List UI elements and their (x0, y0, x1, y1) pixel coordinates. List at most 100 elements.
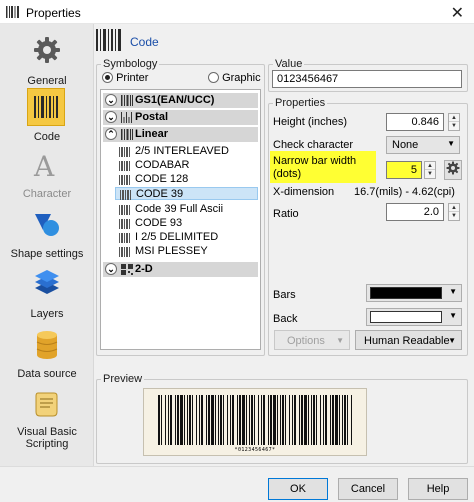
graphic-radio-button[interactable] (208, 72, 219, 83)
barcode-bar (325, 395, 327, 445)
barcode-bar (332, 395, 334, 445)
tree-item-label: 2/5 INTERLEAVED (135, 145, 229, 157)
sidebar-item-code[interactable]: Code (0, 88, 94, 148)
tree-item-code-39-full-ascii[interactable]: Code 39 Full Ascii (115, 203, 258, 216)
check-character-label: Check character (273, 139, 354, 151)
chevron-down-icon: ▼ (448, 336, 456, 345)
database-icon (36, 331, 58, 359)
back-color-swatch (370, 311, 442, 323)
height-input[interactable]: 0.846 (386, 113, 444, 131)
bars-color-select[interactable]: ▼ (366, 284, 462, 302)
tree-group-2d[interactable]: ⌄ 2-D (103, 262, 258, 277)
value-input[interactable]: 0123456467 (272, 70, 462, 88)
barcode-bar (268, 395, 269, 445)
gear-icon (446, 161, 460, 175)
tree-group-postal[interactable]: ⌄ Postal (103, 110, 258, 125)
barcode-bar (280, 395, 281, 445)
printer-radio[interactable]: Printer (102, 72, 148, 84)
sidebar-item-general[interactable]: General (0, 32, 94, 88)
tree-item-msi-plessey[interactable]: MSI PLESSEY (115, 245, 258, 258)
barcode-icon (119, 247, 130, 257)
back-color-select[interactable]: ▼ (366, 308, 462, 326)
spin-up-icon[interactable]: ▲ (449, 204, 459, 212)
barcode-bar (351, 395, 352, 445)
tree-item-label: CODE 128 (135, 173, 189, 185)
tree-group-linear[interactable]: ⌃ Linear (103, 127, 258, 142)
tree-item-i-2-5-delimited[interactable]: I 2/5 DELIMITED (115, 231, 258, 244)
chevron-down-icon: ▼ (449, 311, 457, 320)
sidebar-item-character[interactable]: A Character (0, 150, 94, 206)
barcode-icon (119, 219, 130, 229)
tree-item-codabar[interactable]: CODABAR (115, 159, 258, 172)
sidebar-item-data-source[interactable]: Data source (0, 328, 94, 384)
sidebar-item-layers[interactable]: Layers (0, 268, 94, 324)
sidebar-item-data-source-label: Data source (17, 368, 77, 380)
spin-down-icon[interactable]: ▼ (449, 122, 459, 130)
barcode-bar (299, 395, 300, 445)
barcode-human-text: *0123456467* (234, 447, 276, 453)
sidebar-item-visual-basic-scripting-label: Visual Basic Scripting (17, 426, 77, 450)
expand-icon[interactable]: ⌄ (105, 263, 117, 275)
narrow-bar-width-input[interactable]: 5 (386, 161, 422, 179)
spin-up-icon[interactable]: ▲ (449, 114, 459, 122)
ratio-spinner[interactable]: ▲ ▼ (448, 203, 460, 221)
chevron-down-icon: ▼ (447, 139, 455, 148)
expand-icon[interactable]: ⌄ (105, 111, 117, 123)
tree-item-code-93[interactable]: CODE 93 (115, 217, 258, 230)
barcode-bar (237, 395, 238, 445)
spin-down-icon[interactable]: ▼ (425, 170, 435, 178)
collapse-icon[interactable]: ⌃ (105, 128, 117, 140)
cancel-button[interactable]: Cancel (338, 478, 398, 500)
tree-item-code-39[interactable]: CODE 39 (115, 187, 258, 200)
human-readable-button[interactable]: Human Readable ▼ (355, 330, 462, 350)
spin-down-icon[interactable]: ▼ (449, 212, 459, 220)
barcode-icon (120, 190, 131, 200)
barcode-bar (211, 395, 214, 445)
postal-barcode-icon (121, 112, 132, 123)
check-character-value: None (392, 139, 419, 151)
tree-group-label: GS1(EAN/UCC) (135, 94, 215, 106)
help-button[interactable]: Help (408, 478, 468, 500)
tree-group-gs1[interactable]: ⌄ GS1(EAN/UCC) (103, 93, 258, 108)
close-icon[interactable]: ✕ (451, 3, 464, 23)
tree-item-label: CODABAR (135, 159, 190, 171)
spin-up-icon[interactable]: ▲ (425, 162, 435, 170)
check-character-select[interactable]: None ▼ (386, 136, 460, 154)
shapes-icon (35, 214, 59, 236)
tree-group-label: Linear (135, 128, 169, 140)
barcode-bar (196, 395, 197, 445)
barcode-bar (311, 395, 312, 445)
narrow-bar-settings-button[interactable] (444, 160, 462, 180)
sidebar-item-shape-settings[interactable]: Shape settings (0, 208, 94, 264)
options-button[interactable]: Options ▼ (274, 330, 350, 350)
graphic-radio-label: Graphic (222, 72, 261, 84)
barcode-bar (342, 395, 343, 445)
ratio-input[interactable]: 2.0 (386, 203, 444, 221)
barcode-bar (239, 395, 241, 445)
sidebar-item-visual-basic-scripting[interactable]: Visual Basic Scripting (0, 390, 94, 454)
barcode-bar (170, 395, 172, 445)
height-spinner[interactable]: ▲ ▼ (448, 113, 460, 131)
tree-item-code-128[interactable]: CODE 128 (115, 173, 258, 186)
chevron-down-icon: ▼ (449, 287, 457, 296)
printer-radio-button[interactable] (102, 72, 113, 83)
sidebar-item-code-label: Code (33, 131, 61, 143)
narrow-bar-width-spinner[interactable]: ▲ ▼ (424, 161, 436, 179)
tree-item-label: I 2/5 DELIMITED (135, 231, 219, 243)
sidebar-item-layers-label: Layers (30, 308, 64, 320)
barcode-icon (96, 29, 121, 51)
expand-icon[interactable]: ⌄ (105, 94, 117, 106)
barcode-bar (218, 395, 219, 445)
tree-item-2-5-interleaved[interactable]: 2/5 INTERLEAVED (115, 145, 258, 158)
barcode-bar (223, 395, 224, 445)
barcode-bar (251, 395, 253, 445)
x-dimension-label: X-dimension (273, 186, 335, 198)
ok-button[interactable]: OK (268, 478, 328, 500)
barcode-bar (161, 395, 162, 445)
narrow-bar-width-label: Narrow bar width (273, 155, 357, 167)
narrow-bar-width-unit-label: (dots) (273, 168, 302, 180)
graphic-radio[interactable]: Graphic (208, 72, 261, 84)
barcode-icon (119, 175, 130, 185)
barcode-bar (242, 395, 245, 445)
symbology-tree[interactable]: ⌄ GS1(EAN/UCC) ⌄ Postal ⌃ Linear 2/5 INT… (100, 89, 261, 350)
